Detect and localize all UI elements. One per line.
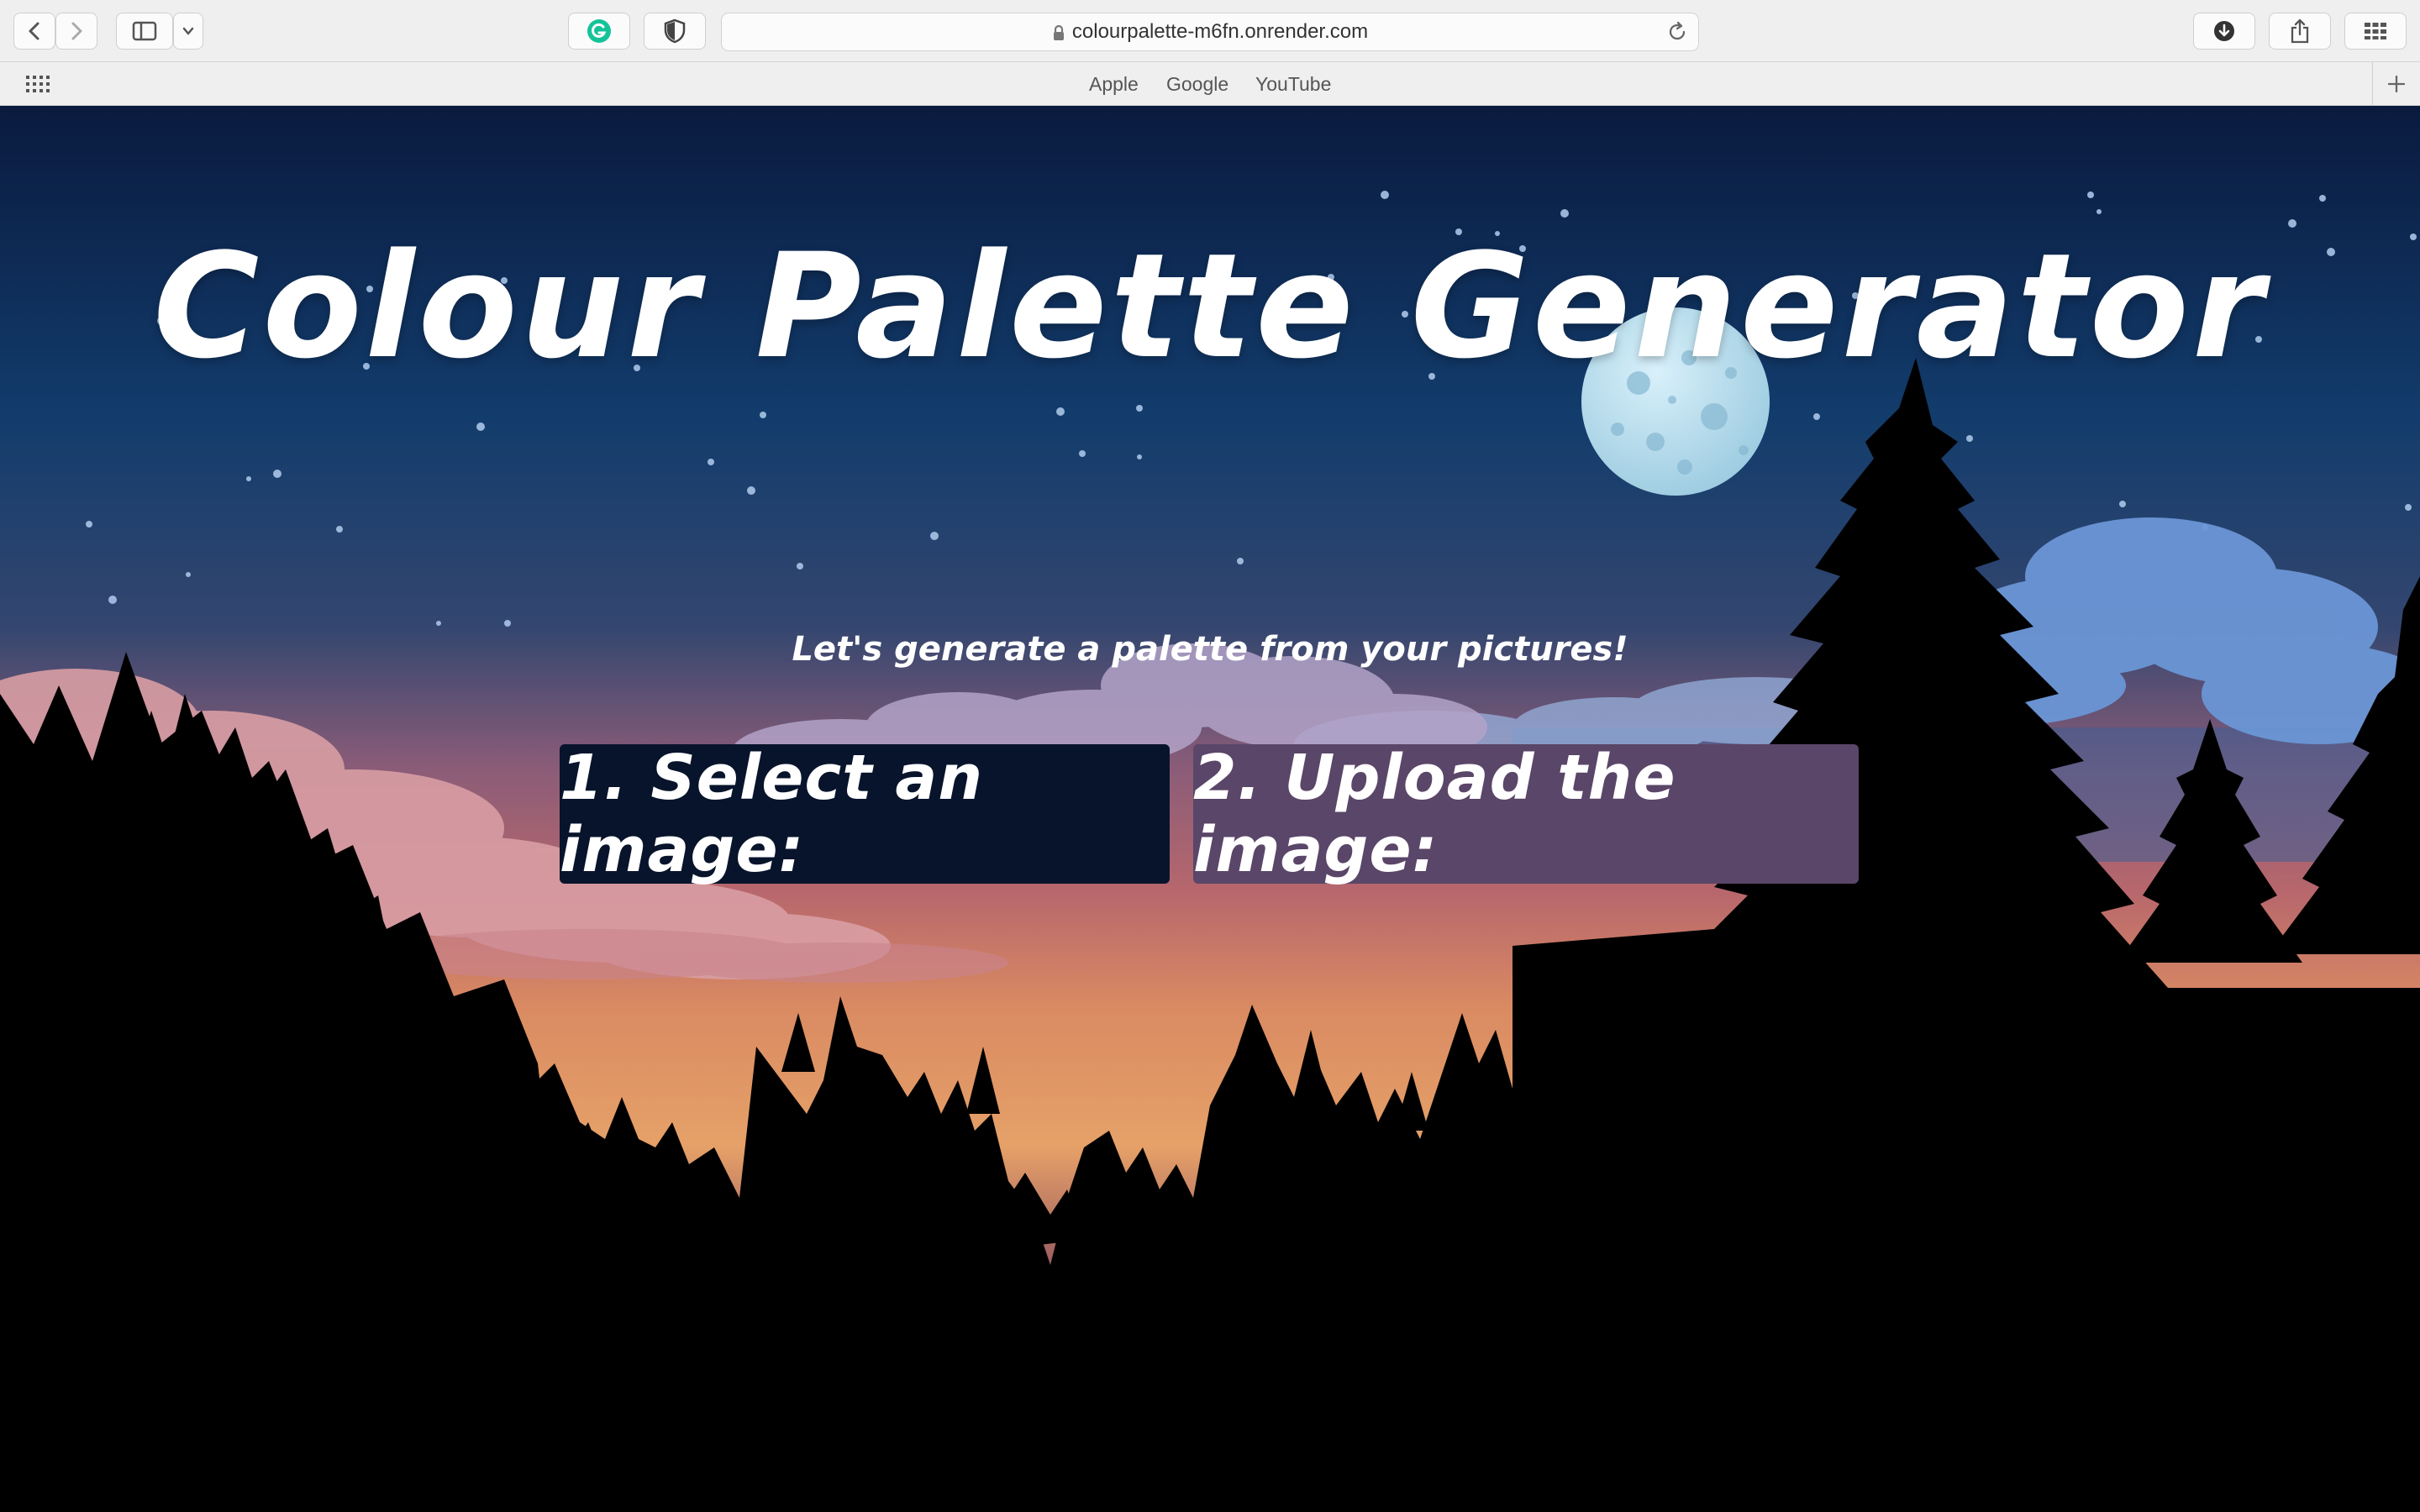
grid-icon[interactable] <box>25 73 50 95</box>
sidebar-icon <box>132 21 157 41</box>
share-button[interactable] <box>2269 13 2331 50</box>
tab-overview-icon <box>2365 23 2386 39</box>
reload-icon[interactable] <box>1666 21 1688 43</box>
web-page: Colour Palette Generator Let's generate … <box>0 106 2420 1512</box>
address-text: colourpalette-m6fn.onrender.com <box>722 13 1698 50</box>
shield-icon <box>664 18 686 44</box>
forward-button[interactable] <box>55 13 97 50</box>
share-icon <box>2291 18 2309 44</box>
lock-icon <box>1053 24 1064 40</box>
browser-toolbar: colourpalette-m6fn.onrender.com <box>0 0 2420 62</box>
download-icon <box>2214 21 2234 41</box>
tab-overview-button[interactable] <box>2344 13 2407 50</box>
plus-icon <box>2387 75 2406 93</box>
privacy-extension-button[interactable] <box>644 13 706 50</box>
favorites-bar: Apple Google YouTube <box>0 62 2420 106</box>
grammarly-extension-button[interactable] <box>568 13 630 50</box>
page-title: Colour Palette Generator <box>153 222 2267 391</box>
favorite-google-link[interactable]: Google <box>1166 62 1228 106</box>
chevron-left-icon <box>29 22 39 40</box>
favorite-apple-link[interactable]: Apple <box>1089 62 1139 106</box>
new-tab-button[interactable] <box>2372 62 2420 106</box>
sidebar-button[interactable] <box>116 13 173 50</box>
sidebar-menu-button[interactable] <box>173 13 203 50</box>
select-image-button[interactable]: 1. Select an image: <box>560 742 1170 886</box>
back-button[interactable] <box>13 13 55 50</box>
upload-image-button[interactable]: 2. Upload the image: <box>1193 742 1859 886</box>
chevron-down-icon <box>182 27 194 35</box>
address-bar[interactable]: colourpalette-m6fn.onrender.com <box>721 13 1699 51</box>
chevron-right-icon <box>71 22 82 40</box>
grammarly-icon <box>587 19 611 43</box>
url-label: colourpalette-m6fn.onrender.com <box>1071 20 1369 43</box>
favorite-youtube-link[interactable]: YouTube <box>1255 62 1331 106</box>
page-subtitle: Let's generate a palette from your pictu… <box>792 630 1628 669</box>
downloads-button[interactable] <box>2193 13 2255 50</box>
